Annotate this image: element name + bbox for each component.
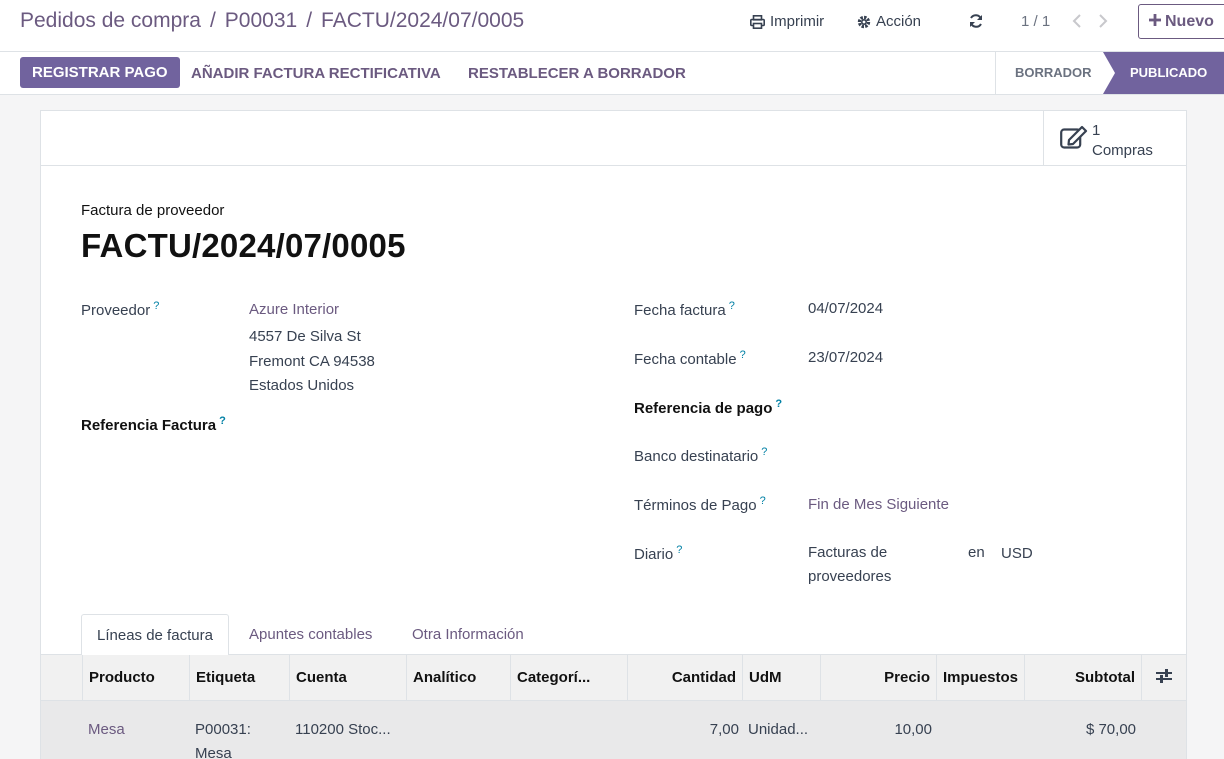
invoice-reference-label: Referencia Factura? <box>81 415 226 434</box>
help-tooltip-icon[interactable]: ? <box>740 349 746 361</box>
stage-posted[interactable]: PUBLICADO <box>1130 65 1207 80</box>
smart-button-box: 1 Compras <box>41 111 1186 166</box>
tab-journal-items[interactable]: Apuntes contables <box>234 614 387 655</box>
optional-columns-toggle[interactable] <box>1141 655 1186 700</box>
column-header-subtotal[interactable]: Subtotal <box>1024 655 1141 700</box>
journal-in-label: en <box>968 544 985 561</box>
column-header-category[interactable]: Categorí... <box>510 655 627 700</box>
journal-label: Diario? <box>634 544 683 563</box>
recipient-bank-label: Banco destinatario? <box>634 446 768 465</box>
payment-terms-value[interactable]: Fin de Mes Siguiente <box>808 496 949 513</box>
status-bar: REGISTRAR PAGO AÑADIR FACTURA RECTIFICAT… <box>0 52 1224 95</box>
vendor-address-line: Fremont CA 94538 <box>249 353 375 370</box>
tab-other-info[interactable]: Otra Información <box>397 614 539 655</box>
invoice-date-value[interactable]: 04/07/2024 <box>808 300 883 317</box>
vendor-address-line: Estados Unidos <box>249 377 355 394</box>
form-sheet: 1 Compras Factura de proveedor FACTU/202… <box>40 110 1187 759</box>
print-button[interactable]: Imprimir <box>750 13 824 30</box>
action-label: Acción <box>876 13 922 30</box>
accounting-date-value[interactable]: 23/07/2024 <box>808 349 883 366</box>
journal-value-line[interactable]: Facturas de <box>808 544 887 561</box>
column-header-analytic[interactable]: Analítico <box>406 655 510 700</box>
action-button[interactable]: Acción <box>857 13 921 30</box>
document-name: FACTU/2024/07/0005 <box>81 227 406 264</box>
column-header-account[interactable]: Cuenta <box>289 655 406 700</box>
purchases-smart-button[interactable]: 1 Compras <box>1043 111 1186 165</box>
cell-price: 10,00 <box>894 721 932 738</box>
sliders-icon <box>1155 668 1173 688</box>
cell-product[interactable]: Mesa <box>88 721 125 738</box>
help-tooltip-icon[interactable]: ? <box>153 300 159 312</box>
vendor-name[interactable]: Azure Interior <box>249 301 339 318</box>
cell-subtotal: $ 70,00 <box>1085 721 1136 738</box>
help-tooltip-icon[interactable]: ? <box>760 495 766 507</box>
payment-reference-label: Referencia de pago? <box>634 398 783 417</box>
cell-label: Mesa <box>195 745 232 759</box>
next-record-icon[interactable] <box>1096 12 1110 30</box>
breadcrumb-separator: / <box>209 9 216 32</box>
currency-value[interactable]: USD <box>1001 545 1033 562</box>
reset-to-draft-button[interactable]: RESTABLECER A BORRADOR <box>468 65 686 82</box>
column-header-quantity[interactable]: Cantidad <box>627 655 742 700</box>
help-tooltip-icon[interactable]: ? <box>761 446 767 458</box>
help-tooltip-icon[interactable]: ? <box>775 398 782 410</box>
journal-value-line[interactable]: proveedores <box>808 568 891 585</box>
new-button[interactable]: Nuevo <box>1138 4 1224 39</box>
column-header-product[interactable]: Producto <box>82 655 189 700</box>
pager-value[interactable]: 1 / 1 <box>1021 13 1050 30</box>
previous-record-icon[interactable] <box>1070 12 1084 30</box>
invoice-date-label: Fecha factura? <box>634 300 735 319</box>
breadcrumb-current: FACTU/2024/07/0005 <box>321 9 525 32</box>
help-tooltip-icon[interactable]: ? <box>676 544 682 556</box>
cell-account: 110200 Stoc... <box>295 721 391 738</box>
vendor-address-line: 4557 De Silva St <box>249 328 361 345</box>
refresh-icon <box>968 13 984 29</box>
print-label: Imprimir <box>770 13 825 30</box>
column-header-taxes[interactable]: Impuestos <box>936 655 1024 700</box>
breadcrumb-item-order[interactable]: P00031 <box>225 9 297 32</box>
cell-label: P00031: <box>195 721 251 738</box>
breadcrumb: Pedidos de compra / P00031 / FACTU/2024/07/0… <box>20 9 524 33</box>
cell-uom: Unidad... <box>748 721 809 738</box>
notebook-tabs: Líneas de factura Apuntes contables Otra… <box>41 614 1186 656</box>
purchases-label: Compras <box>1092 142 1153 159</box>
invoice-lines-header: Producto Etiqueta Cuenta Analítico Categ… <box>41 655 1186 701</box>
register-payment-button[interactable]: REGISTRAR PAGO <box>20 57 180 88</box>
gear-icon <box>857 15 871 29</box>
purchases-count: 1 <box>1092 122 1101 139</box>
new-label: Nuevo <box>1165 12 1214 30</box>
help-tooltip-icon[interactable]: ? <box>729 300 735 312</box>
plus-icon <box>1149 13 1161 31</box>
table-row[interactable]: Mesa P00031: Mesa 110200 Stoc... 7,00 Un… <box>41 701 1186 759</box>
column-header-uom[interactable]: UdM <box>742 655 820 700</box>
accounting-date-label: Fecha contable? <box>634 349 746 368</box>
tab-invoice-lines[interactable]: Líneas de factura <box>81 614 229 656</box>
cell-quantity: 7,00 <box>709 721 739 738</box>
breadcrumb-separator: / <box>306 9 313 32</box>
control-panel: Pedidos de compra / P00031 / FACTU/2024/07/0… <box>0 0 1224 52</box>
edit-icon <box>1060 125 1088 154</box>
breadcrumb-item-purchase-orders[interactable]: Pedidos de compra <box>20 9 201 32</box>
column-header-label[interactable]: Etiqueta <box>189 655 289 700</box>
refresh-button[interactable] <box>968 13 984 29</box>
print-icon <box>750 14 765 29</box>
column-header-price[interactable]: Precio <box>820 655 936 700</box>
stage-divider <box>995 52 996 94</box>
payment-terms-label: Términos de Pago? <box>634 495 766 514</box>
stage-draft[interactable]: BORRADOR <box>1015 65 1092 80</box>
document-type: Factura de proveedor <box>81 202 225 219</box>
add-credit-note-button[interactable]: AÑADIR FACTURA RECTIFICATIVA <box>191 65 441 82</box>
vendor-label: Proveedor? <box>81 300 160 319</box>
help-tooltip-icon[interactable]: ? <box>219 415 226 427</box>
